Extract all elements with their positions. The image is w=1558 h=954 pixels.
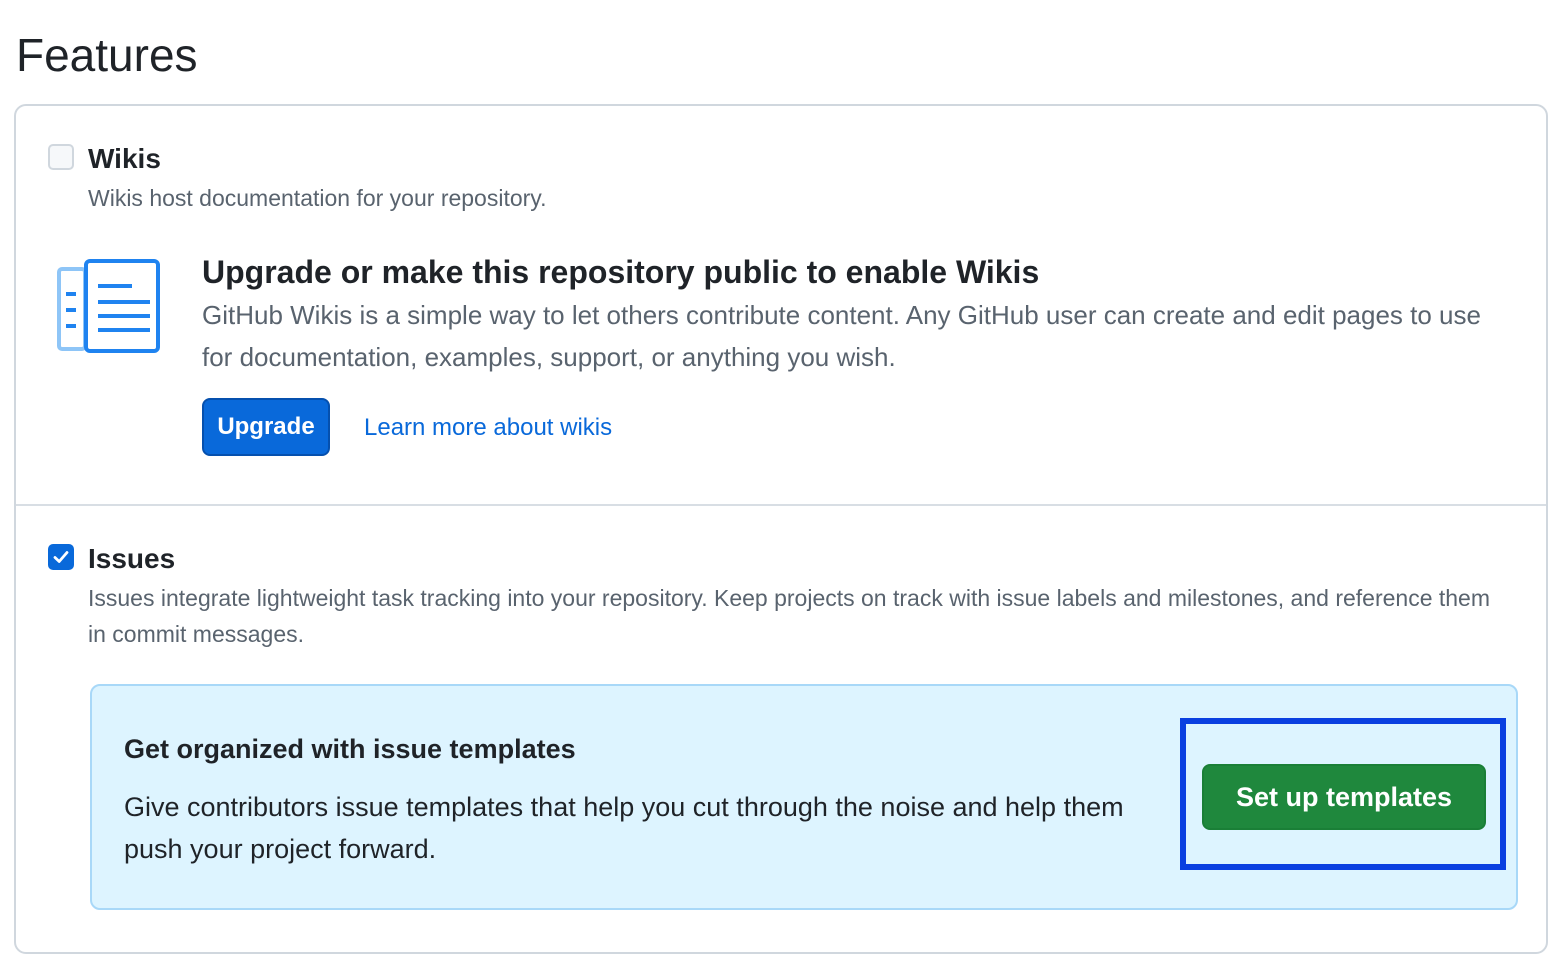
section-divider — [16, 504, 1546, 506]
issues-title: Issues — [88, 543, 176, 574]
upgrade-button[interactable]: Upgrade — [202, 398, 330, 456]
set-up-templates-button[interactable]: Set up templates — [1202, 764, 1486, 830]
page-title: Features — [16, 29, 198, 81]
issue-templates-description: Give contributors issue templates that h… — [124, 792, 1124, 864]
wikis-upsell-description: GitHub Wikis is a simple way to let othe… — [202, 300, 1481, 372]
wikis-description: Wikis host documentation for your reposi… — [88, 185, 547, 211]
issue-templates-title: Get organized with issue templates — [124, 734, 576, 764]
issues-checkbox[interactable] — [48, 544, 74, 570]
features-box: Wikis Wikis host documentation for your … — [14, 104, 1548, 954]
issue-templates-callout: Get organized with issue templates Give … — [90, 684, 1518, 910]
book-list-icon — [56, 258, 162, 359]
wikis-checkbox[interactable] — [48, 144, 74, 170]
wikis-title: Wikis — [88, 143, 161, 174]
checkmark-icon — [53, 551, 69, 563]
issues-description: Issues integrate lightweight task tracki… — [88, 585, 1491, 647]
wikis-upsell-title: Upgrade or make this repository public t… — [202, 254, 1040, 290]
learn-more-wikis-link[interactable]: Learn more about wikis — [364, 412, 612, 444]
